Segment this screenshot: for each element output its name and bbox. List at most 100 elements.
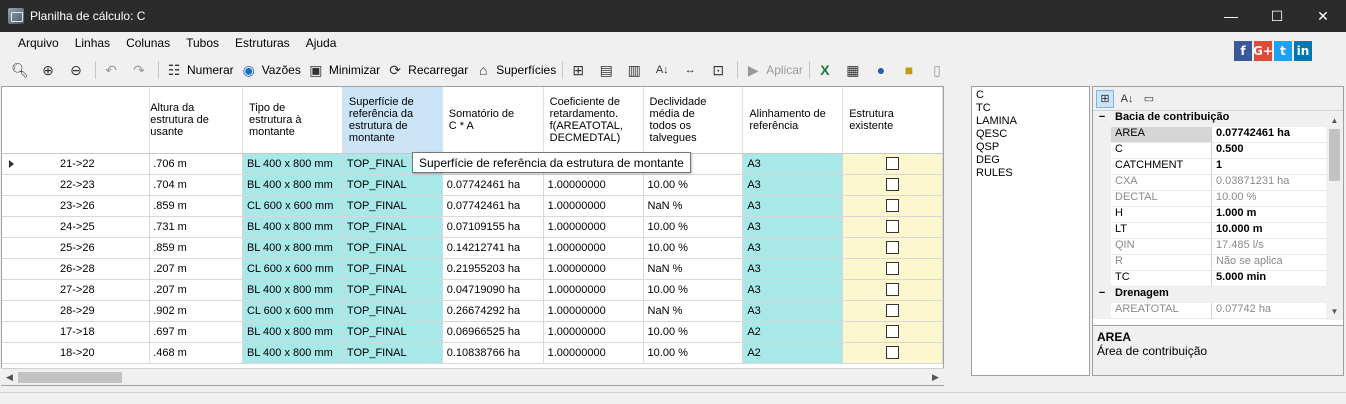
coeficiente-cell[interactable]: 1.00000000 xyxy=(543,216,644,238)
property-value[interactable]: 0.500 xyxy=(1212,143,1330,159)
table-row[interactable]: 18->20.468 m BL 400 x 800 mm TOP_FINAL 0.10… xyxy=(2,342,943,364)
tipo-cell[interactable]: BL 400 x 800 mm xyxy=(242,153,343,175)
numerar-button[interactable]: ☷ Numerar xyxy=(162,59,237,81)
property-scrollbar[interactable]: ▲ ▼ xyxy=(1326,112,1343,320)
scroll-left-icon[interactable]: ◀ xyxy=(1,369,18,386)
close-button[interactable]: ✕ xyxy=(1300,0,1346,32)
scroll-thumb[interactable] xyxy=(18,372,122,383)
col-header-superficie[interactable]: Superfície de referência da estrutura de mo… xyxy=(342,87,443,154)
sort-button[interactable]: A↓ xyxy=(650,59,678,81)
alphabetical-sort-icon[interactable]: A↓ xyxy=(1118,90,1136,108)
menu-ajuda[interactable]: Ajuda xyxy=(298,36,345,50)
categorized-icon[interactable]: ⊞ xyxy=(1096,89,1114,108)
tipo-cell[interactable]: BL 400 x 800 mm xyxy=(242,237,343,259)
property-value[interactable]: 10.000 m xyxy=(1212,223,1330,239)
col-header-declividade[interactable]: Declividade média de todos os talvegues xyxy=(643,87,744,154)
columns-button[interactable]: ▥ xyxy=(622,59,650,81)
alinhamento-cell[interactable]: A2 xyxy=(742,321,844,343)
list-item[interactable]: LAMINA xyxy=(976,115,1085,128)
estrutura-existente-checkbox[interactable] xyxy=(886,178,900,191)
property-value[interactable]: 10.00 % xyxy=(1212,191,1330,207)
save-button[interactable]: ■ xyxy=(897,59,925,81)
row-id-cell[interactable]: 27->28 xyxy=(2,279,151,301)
col-header-coeficiente[interactable]: Coeficiente de retardamento. f(AREATOTAL, D… xyxy=(543,87,644,154)
declividade-cell[interactable]: 10.00 % xyxy=(643,342,744,364)
minimize-button[interactable]: — xyxy=(1208,0,1254,32)
col-header-somatorio[interactable]: Somatório de C * A xyxy=(442,87,544,154)
superficie-cell[interactable]: TOP_FINAL xyxy=(342,300,443,322)
row-id-cell[interactable]: 24->25 xyxy=(2,216,151,238)
property-value[interactable]: 0.03871231 ha xyxy=(1212,175,1330,191)
property-row[interactable]: C 0.500 xyxy=(1093,143,1343,159)
superficies-button[interactable]: ⌂ Superfícies xyxy=(471,59,559,81)
somatorio-cell[interactable]: 0.06966525 ha xyxy=(442,321,544,343)
collapse-icon[interactable]: − xyxy=(1093,111,1111,127)
property-category[interactable]: − Bacia de contribuição xyxy=(1093,111,1343,127)
table-row[interactable]: 25->26.859 m BL 400 x 800 mm TOP_FINAL 0.14… xyxy=(2,237,943,259)
property-value[interactable]: 1 xyxy=(1212,159,1330,175)
table-row[interactable]: 28->29.902 m CL 600 x 600 mm TOP_FINAL 0.26… xyxy=(2,300,943,322)
zoom-in-button[interactable]: ⊕ xyxy=(36,59,64,81)
alinhamento-cell[interactable]: A3 xyxy=(742,216,844,238)
maximize-button[interactable]: ☐ xyxy=(1254,0,1300,32)
property-row[interactable]: R Não se aplica xyxy=(1093,255,1343,271)
menu-tubos[interactable]: Tubos xyxy=(178,36,227,50)
row-id-cell[interactable]: 22->23 xyxy=(2,174,151,196)
altura-cell[interactable]: .902 m xyxy=(149,300,243,322)
declividade-cell[interactable]: 10.00 % xyxy=(643,237,744,259)
superficie-cell[interactable]: TOP_FINAL xyxy=(342,342,443,364)
menu-estruturas[interactable]: Estruturas xyxy=(227,36,298,50)
tipo-cell[interactable]: BL 400 x 800 mm xyxy=(242,321,343,343)
list-item[interactable]: TC xyxy=(976,102,1085,115)
somatorio-cell[interactable]: 0.04719090 ha xyxy=(442,279,544,301)
altura-cell[interactable]: .468 m xyxy=(149,342,243,364)
scroll-down-icon[interactable]: ▼ xyxy=(1326,303,1343,320)
alinhamento-cell[interactable]: A3 xyxy=(742,279,844,301)
somatorio-cell[interactable]: 0.10838766 ha xyxy=(442,342,544,364)
declividade-cell[interactable]: NaN % xyxy=(643,195,744,217)
menu-arquivo[interactable]: Arquivo xyxy=(10,36,67,50)
aplicar-button[interactable]: ▶ Aplicar xyxy=(741,59,806,81)
superficie-cell[interactable]: TOP_FINAL xyxy=(342,321,443,343)
coeficiente-cell[interactable]: 1.00000000 xyxy=(543,300,644,322)
somatorio-cell[interactable]: 0.21955203 ha xyxy=(442,258,544,280)
estrutura-existente-checkbox[interactable] xyxy=(886,325,900,338)
property-row[interactable]: H 1.000 m xyxy=(1093,207,1343,223)
tipo-cell[interactable]: BL 400 x 800 mm xyxy=(242,342,343,364)
property-category[interactable]: − Drenagem xyxy=(1093,287,1343,303)
estrutura-existente-checkbox[interactable] xyxy=(886,199,900,212)
property-row[interactable]: TC 5.000 min xyxy=(1093,271,1343,287)
coeficiente-cell[interactable]: 1.00000000 xyxy=(543,174,644,196)
coeficiente-cell[interactable]: 1.00000000 xyxy=(543,342,644,364)
excel-button[interactable]: X xyxy=(813,59,841,81)
list-item[interactable]: DEG xyxy=(976,154,1085,167)
superficie-cell[interactable]: TOP_FINAL xyxy=(342,195,443,217)
estrutura-existente-checkbox[interactable] xyxy=(886,283,900,296)
estrutura-existente-checkbox[interactable] xyxy=(886,346,900,359)
table-row[interactable]: 27->28.207 m BL 400 x 800 mm TOP_FINAL 0.04… xyxy=(2,279,943,301)
somatorio-cell[interactable]: 0.14212741 ha xyxy=(442,237,544,259)
horizontal-scrollbar[interactable]: ◀ ▶ xyxy=(1,368,944,385)
col-header-altura[interactable]: Altura da estrutura de usante xyxy=(149,87,243,154)
tipo-cell[interactable]: BL 400 x 800 mm xyxy=(242,174,343,196)
row-id-cell[interactable]: 17->18 xyxy=(2,321,151,343)
altura-cell[interactable]: .207 m xyxy=(149,258,243,280)
vazoes-button[interactable]: ◉ Vazões xyxy=(237,59,304,81)
swap-button[interactable]: ↔ xyxy=(678,59,706,81)
altura-cell[interactable]: .704 m xyxy=(149,174,243,196)
table-export-button[interactable]: ▦ xyxy=(841,59,869,81)
altura-cell[interactable]: .706 m xyxy=(149,153,243,175)
altura-cell[interactable]: .731 m xyxy=(149,216,243,238)
row-id-cell[interactable]: 25->26 xyxy=(2,237,151,259)
property-row[interactable]: AREA 0.07742461 ha xyxy=(1093,127,1343,143)
row-id-cell[interactable]: 18->20 xyxy=(2,342,151,364)
list-item[interactable]: QESC xyxy=(976,128,1085,141)
property-value[interactable]: 17.485 l/s xyxy=(1212,239,1330,255)
property-row[interactable]: LT 10.000 m xyxy=(1093,223,1343,239)
list-item[interactable]: QSP xyxy=(976,141,1085,154)
declividade-cell[interactable]: 10.00 % xyxy=(643,216,744,238)
coeficiente-cell[interactable]: 1.00000000 xyxy=(543,195,644,217)
property-value[interactable]: 5.000 min xyxy=(1212,271,1330,287)
grid-select-button[interactable]: ⊡ xyxy=(706,59,734,81)
tipo-cell[interactable]: CL 600 x 600 mm xyxy=(242,258,343,280)
